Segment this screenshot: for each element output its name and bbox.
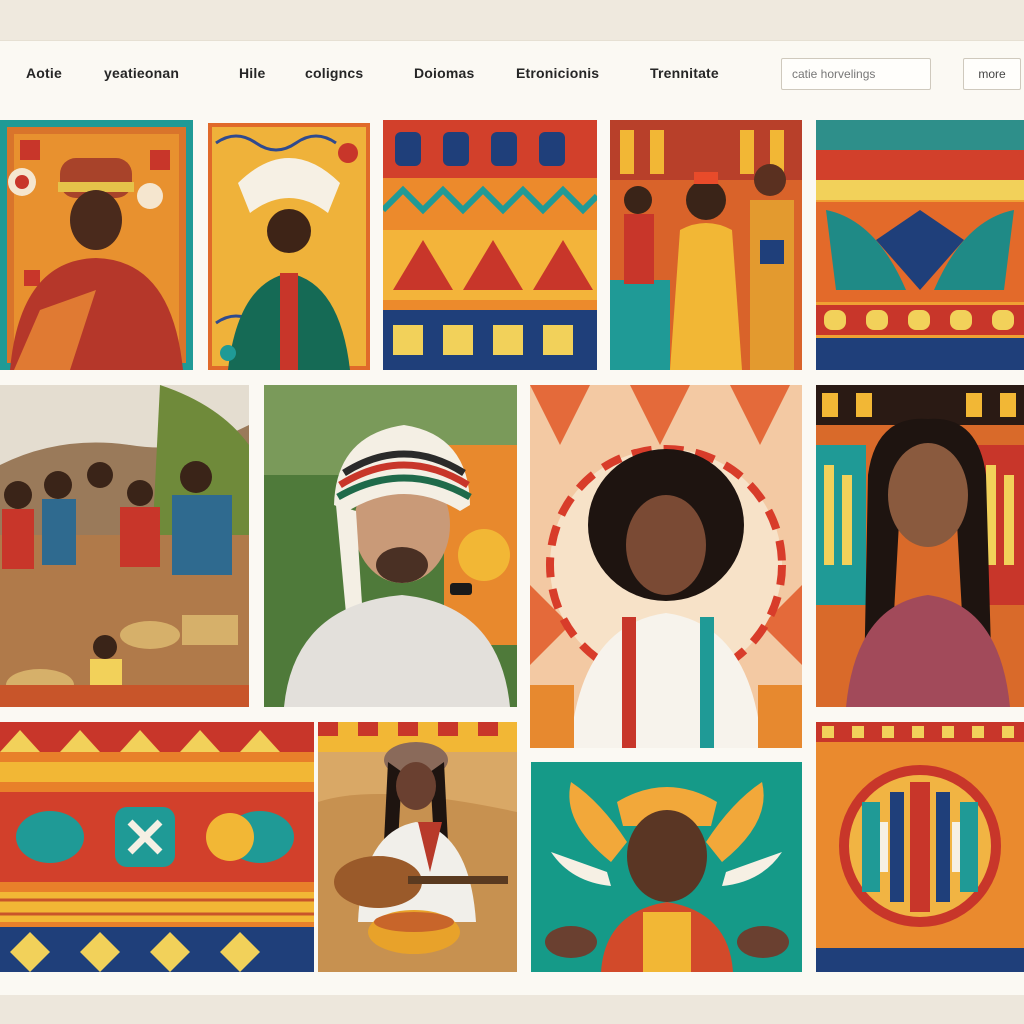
tile-pattern-woven[interactable] bbox=[0, 722, 314, 972]
bottom-band bbox=[0, 995, 1024, 1024]
mural-thumbnail bbox=[610, 120, 802, 370]
tile-pattern-tribal[interactable] bbox=[383, 120, 597, 370]
pattern-thumbnail bbox=[816, 722, 1024, 972]
tile-portrait-winged-teal[interactable] bbox=[531, 762, 802, 972]
portrait-thumbnail bbox=[530, 385, 802, 748]
tile-portrait-sunburst[interactable] bbox=[530, 385, 802, 748]
nav-item-doiomas[interactable]: Doiomas bbox=[414, 65, 475, 81]
portrait-thumbnail bbox=[0, 120, 193, 370]
photo-thumbnail bbox=[264, 385, 517, 707]
tile-portrait-braids[interactable] bbox=[816, 385, 1024, 707]
pattern-thumbnail bbox=[383, 120, 597, 370]
more-button[interactable]: more bbox=[963, 58, 1021, 90]
pattern-thumbnail bbox=[816, 120, 1024, 370]
search-input[interactable] bbox=[781, 58, 931, 90]
nav-item-yeatieonan[interactable]: yeatieonan bbox=[104, 65, 179, 81]
photo-thumbnail bbox=[318, 722, 517, 972]
portrait-thumbnail bbox=[531, 762, 802, 972]
tile-portrait-red-shawl[interactable] bbox=[0, 120, 193, 370]
top-band bbox=[0, 0, 1024, 40]
tile-photo-basket-weavers[interactable] bbox=[0, 385, 249, 707]
nav-item-aotie[interactable]: Aotie bbox=[26, 65, 62, 81]
tile-photo-striped-turban[interactable] bbox=[264, 385, 517, 707]
tile-pattern-wings[interactable] bbox=[816, 120, 1024, 370]
nav-item-trennitate[interactable]: Trennitate bbox=[650, 65, 719, 81]
pattern-thumbnail bbox=[0, 722, 314, 972]
portrait-thumbnail bbox=[816, 385, 1024, 707]
portrait-thumbnail bbox=[208, 123, 370, 370]
tile-portrait-headdress[interactable] bbox=[208, 123, 370, 370]
tile-pattern-circle[interactable] bbox=[816, 722, 1024, 972]
nav-item-hile[interactable]: Hile bbox=[239, 65, 265, 81]
photo-thumbnail bbox=[0, 385, 249, 707]
nav-item-etronicionis[interactable]: Etronicionis bbox=[516, 65, 599, 81]
tile-mural-figures[interactable] bbox=[610, 120, 802, 370]
tile-photo-guitar-player[interactable] bbox=[318, 722, 517, 972]
nav-item-coligncs[interactable]: coligncs bbox=[305, 65, 363, 81]
